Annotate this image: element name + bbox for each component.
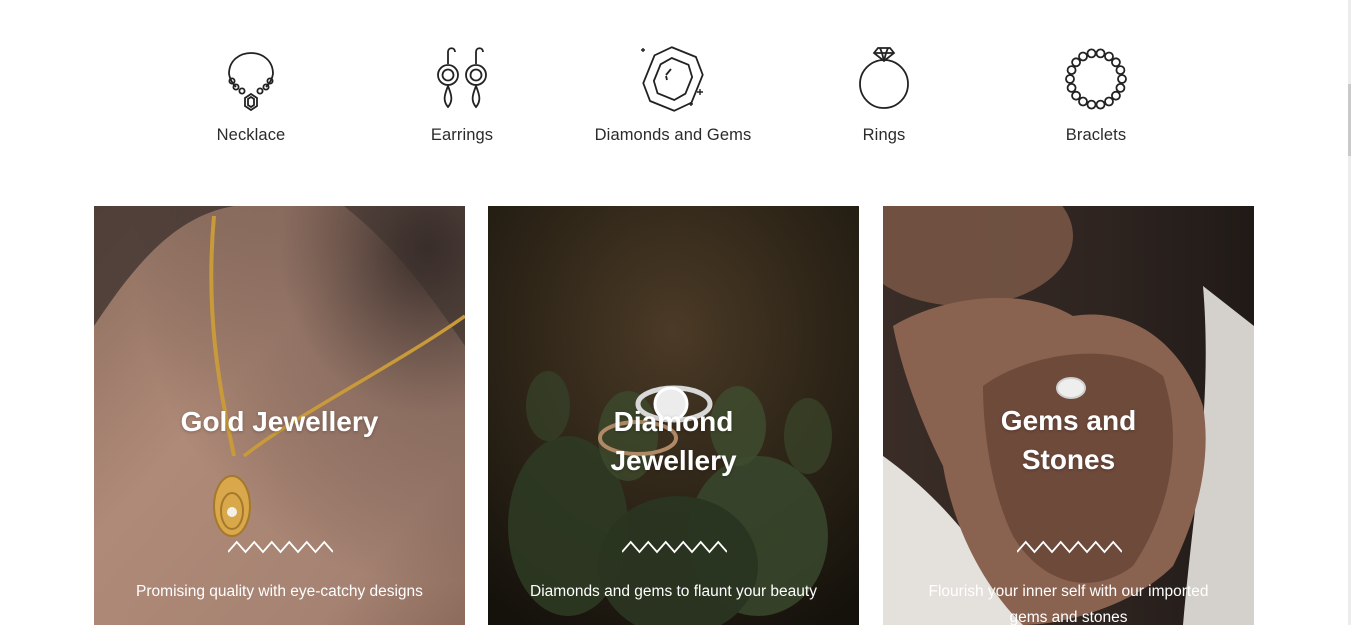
category-row: Necklace Earrings Diamonds and Gems Ring… bbox=[0, 0, 1351, 180]
bracelet-bead bbox=[1066, 82, 1077, 93]
bracelet-bead bbox=[1115, 65, 1126, 76]
bracelet-bead bbox=[1065, 74, 1075, 84]
category-earrings[interactable]: Earrings bbox=[352, 44, 572, 145]
category-label: Necklace bbox=[216, 126, 286, 144]
bracelet-bead bbox=[1115, 82, 1126, 93]
category-label: Braclets bbox=[1065, 126, 1127, 144]
card-title: Gems and Stones bbox=[1000, 405, 1137, 475]
bracelet-bead bbox=[1111, 90, 1121, 101]
necklace-icon bbox=[228, 52, 274, 112]
zigzag-divider bbox=[1017, 540, 1122, 554]
card-description: Diamonds and gems to flaunt your beauty bbox=[530, 583, 817, 600]
bracelet-bead bbox=[1104, 51, 1114, 62]
bracelet-bead bbox=[1066, 65, 1077, 76]
category-rings[interactable]: Rings bbox=[774, 44, 994, 145]
category-label: Rings bbox=[862, 126, 906, 144]
category-braclets[interactable]: Braclets bbox=[986, 44, 1206, 145]
category-necklace[interactable]: Necklace bbox=[141, 44, 361, 145]
bracelet-bead bbox=[1078, 51, 1088, 62]
card-description: Flourish your inner self with our import… bbox=[928, 583, 1209, 625]
bracelet-bead bbox=[1095, 48, 1106, 59]
card-title: Diamond Jewellery bbox=[610, 406, 737, 476]
zigzag-divider bbox=[228, 540, 333, 554]
card-gold-jewellery[interactable]: Gold Jewellery Promising quality with ey… bbox=[94, 206, 465, 625]
card-diamond-jewellery[interactable]: Diamond Jewellery Diamonds and gems to f… bbox=[488, 206, 859, 625]
bracelet-bead bbox=[1086, 48, 1097, 59]
bracelet-bead bbox=[1095, 99, 1106, 110]
zigzag-divider bbox=[622, 540, 727, 554]
bracelet-bead bbox=[1071, 57, 1081, 68]
bracelet-bead bbox=[1111, 57, 1121, 68]
earrings-icon bbox=[437, 47, 487, 109]
bracelet-bead bbox=[1086, 99, 1097, 110]
card-description: Promising quality with eye-catchy design… bbox=[136, 583, 423, 600]
ring-icon bbox=[859, 47, 909, 109]
category-diamonds-and-gems[interactable]: Diamonds and Gems bbox=[563, 44, 783, 145]
category-label: Earrings bbox=[430, 126, 494, 144]
bracelet-bead bbox=[1078, 96, 1088, 107]
card-title: Gold Jewellery bbox=[180, 406, 379, 437]
diamond-gem-icon bbox=[641, 46, 704, 112]
bracelet-icon bbox=[1065, 48, 1127, 110]
card-gems-and-stones[interactable]: Gems and Stones Flourish your inner self… bbox=[883, 206, 1254, 625]
bracelet-bead bbox=[1104, 96, 1114, 107]
bracelet-bead bbox=[1071, 90, 1081, 101]
category-label: Diamonds and Gems bbox=[594, 126, 752, 144]
bracelet-bead bbox=[1117, 74, 1127, 84]
